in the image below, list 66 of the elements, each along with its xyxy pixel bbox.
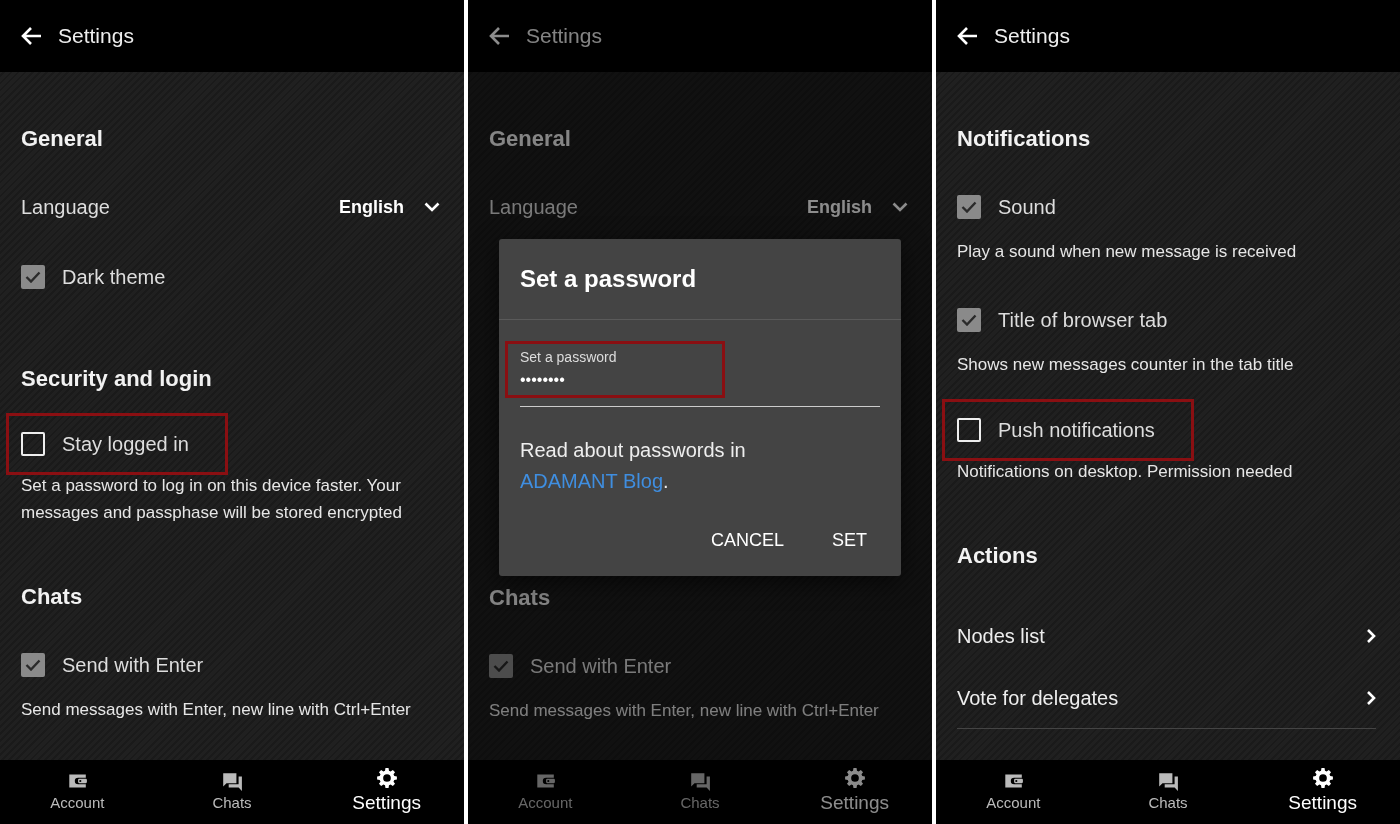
back-icon[interactable] xyxy=(956,26,978,46)
nav-tab[interactable]: Account xyxy=(0,760,155,824)
setting-description: Set a password to log in on this device faster. Your messages and passphase will be stored encrypted xyxy=(21,475,403,524)
chevron-down-icon[interactable] xyxy=(424,202,440,212)
menu-item[interactable]: Vote for delegates xyxy=(957,667,1376,729)
chevron-right-icon xyxy=(1366,628,1376,644)
checkbox[interactable] xyxy=(957,308,981,332)
checkbox-label: Title of browser tab xyxy=(998,308,1168,333)
checkbox-label: Stay logged in xyxy=(62,432,189,457)
section-heading: Actions xyxy=(957,541,1039,570)
checkbox-label: Sound xyxy=(998,195,1056,220)
nav-tab[interactable]: Settings xyxy=(1245,760,1400,824)
setting-description: Send messages with Enter, new line with Ctrl+Enter xyxy=(21,699,412,721)
setting-description: Notifications on desktop. Permission needed xyxy=(957,461,1294,483)
nav-tab[interactable]: Chats xyxy=(622,760,778,824)
checkbox[interactable] xyxy=(21,653,45,677)
check-icon xyxy=(493,660,509,672)
settings-icon xyxy=(1311,766,1334,789)
checkbox-label: Send with Enter xyxy=(530,654,672,679)
section-heading: Chats xyxy=(21,582,84,611)
check-icon xyxy=(25,659,41,671)
back-icon[interactable] xyxy=(20,26,42,46)
field-label: Set a password xyxy=(520,348,618,367)
screen-title: Settings xyxy=(526,23,602,50)
chevron-down-icon[interactable] xyxy=(892,202,908,212)
setting-description: Shows new messages counter in the tab title xyxy=(957,354,1295,376)
language-select[interactable]: English xyxy=(807,193,872,221)
password-field[interactable]: •••••••• xyxy=(520,368,700,392)
checkbox[interactable] xyxy=(21,265,45,289)
dialog-button[interactable]: CANCEL xyxy=(696,521,798,560)
setting-description: Play a sound when new message is received xyxy=(957,241,1298,263)
checkbox-label: Send with Enter xyxy=(62,653,204,678)
checkbox-label: Dark theme xyxy=(62,265,166,290)
checkbox-label: Push notifications xyxy=(998,418,1155,443)
nav-tab[interactable]: Chats xyxy=(154,760,310,824)
check-icon xyxy=(961,201,977,213)
nav-tab[interactable]: Settings xyxy=(309,760,464,824)
dialog-button[interactable]: SET xyxy=(818,521,881,560)
screen-title: Settings xyxy=(58,23,134,50)
setting-label: Language xyxy=(489,195,578,220)
section-heading: Notifications xyxy=(957,124,1092,153)
setting-description: Send messages with Enter, new line with Ctrl+Enter xyxy=(489,700,880,722)
section-heading: General xyxy=(489,124,572,153)
checkbox[interactable] xyxy=(489,654,513,678)
checkbox[interactable] xyxy=(957,195,981,219)
nav-tab[interactable]: Settings xyxy=(777,760,932,824)
back-icon[interactable] xyxy=(488,26,510,46)
screen-title: Settings xyxy=(994,23,1070,50)
settings-icon xyxy=(375,766,398,789)
nav-tab[interactable]: Chats xyxy=(1090,760,1246,824)
language-select[interactable]: English xyxy=(339,193,404,221)
checkbox[interactable] xyxy=(957,418,981,442)
nav-tab[interactable]: Account xyxy=(468,760,623,824)
nav-tab[interactable]: Account xyxy=(936,760,1091,824)
section-heading: Chats xyxy=(489,583,552,612)
dialog-title: Set a password xyxy=(519,264,698,294)
menu-item[interactable]: Nodes list xyxy=(957,605,1376,667)
check-icon xyxy=(961,314,977,326)
section-heading: Security and login xyxy=(21,364,213,393)
help-text: Read about passwords in ADAMANT Blog. xyxy=(519,438,747,494)
checkbox[interactable] xyxy=(21,432,45,456)
section-heading: General xyxy=(21,124,104,153)
check-icon xyxy=(25,271,41,283)
settings-icon xyxy=(843,766,866,789)
setting-label: Language xyxy=(21,195,110,220)
chevron-right-icon xyxy=(1366,689,1376,706)
